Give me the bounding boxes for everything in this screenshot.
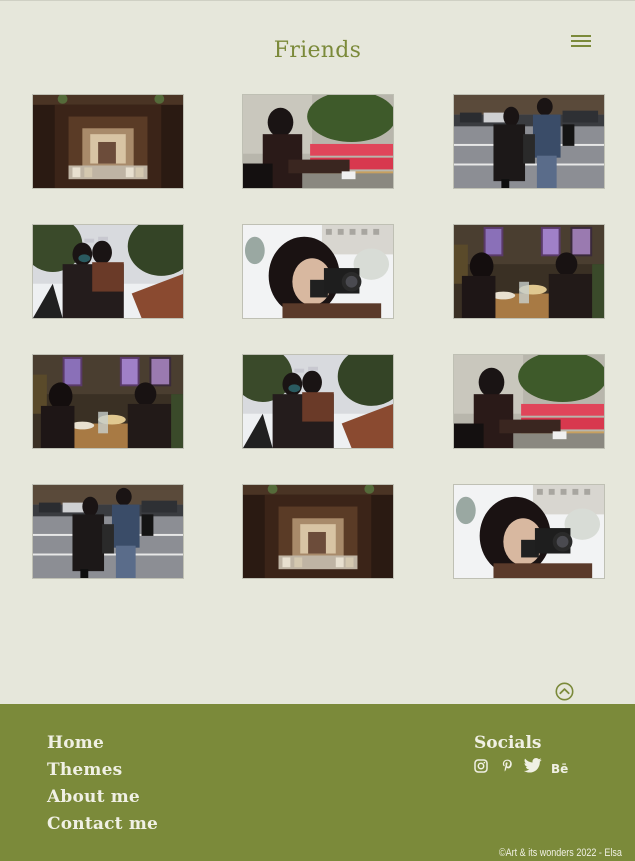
photo-image [33, 225, 183, 318]
photo-image [33, 95, 183, 188]
photo-friends-hugging-in-snow[interactable] [242, 354, 394, 449]
photo-friend-on-red-bench[interactable] [242, 94, 394, 189]
photo-friends-on-street[interactable] [32, 484, 184, 579]
photo-image [454, 95, 604, 188]
behance-icon[interactable]: Bē [551, 758, 573, 776]
footer: Home Themes About me Contact me Socials … [0, 704, 635, 861]
photo-restaurant-mirror[interactable] [32, 94, 184, 189]
page: Friends Home Themes About me Contact me … [0, 0, 635, 861]
footer-nav-home[interactable]: Home [47, 733, 104, 753]
photo-image [454, 355, 604, 448]
footer-nav-about-me[interactable]: About me [47, 787, 140, 807]
behance-label: Bē [551, 762, 569, 776]
photo-image [243, 355, 393, 448]
photo-girl-with-camera[interactable] [453, 484, 605, 579]
chevron-up-circle-icon[interactable] [555, 682, 574, 701]
photo-friends-on-street[interactable] [453, 94, 605, 189]
footer-nav-themes[interactable]: Themes [47, 760, 122, 780]
photo-restaurant-mirror[interactable] [242, 484, 394, 579]
photo-friends-hugging-in-snow[interactable] [32, 224, 184, 319]
photo-friends-at-dinner-table[interactable] [453, 224, 605, 319]
photo-image [243, 95, 393, 188]
photo-image [243, 225, 393, 318]
photo-girl-with-camera[interactable] [242, 224, 394, 319]
photo-image [33, 355, 183, 448]
socials-heading: Socials [474, 733, 542, 753]
photo-image [33, 485, 183, 578]
photo-friends-at-dinner-table[interactable] [32, 354, 184, 449]
instagram-icon[interactable] [474, 758, 488, 774]
photo-image [454, 225, 604, 318]
pinterest-icon[interactable] [501, 758, 515, 774]
photo-image [454, 485, 604, 578]
copyright-text: ©Art & its wonders 2022 - Elsa [499, 847, 622, 859]
twitter-icon[interactable] [523, 758, 542, 774]
photo-gallery [0, 0, 635, 600]
photo-image [243, 485, 393, 578]
photo-friend-on-red-bench[interactable] [453, 354, 605, 449]
footer-nav-contact-me[interactable]: Contact me [47, 814, 158, 834]
